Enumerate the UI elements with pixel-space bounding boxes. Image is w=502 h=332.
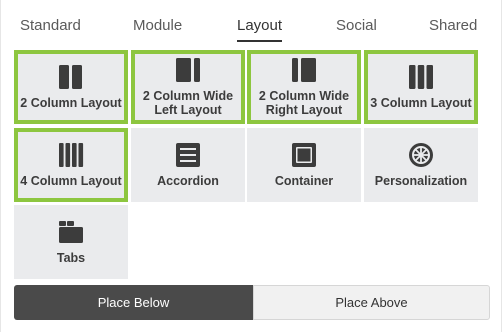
tile-2-column-wide-left-layout[interactable]: 2 Column Wide Left Layout: [131, 50, 245, 124]
tile-label: 2 Column Layout: [20, 96, 122, 110]
two-column-wide-right-icon: [292, 58, 316, 82]
personalization-icon: [409, 143, 433, 167]
tile-3-column-layout[interactable]: 3 Column Layout: [364, 50, 478, 124]
tile-2-column-layout[interactable]: 2 Column Layout: [14, 50, 128, 124]
tile-2-column-wide-right-layout[interactable]: 2 Column Wide Right Layout: [247, 50, 361, 124]
tile-personalization[interactable]: Personalization: [364, 128, 478, 202]
tabs-icon: [59, 221, 83, 243]
insert-panel: Standard Module Layout Social Shared 2 C…: [0, 0, 502, 332]
tile-tabs[interactable]: Tabs: [14, 205, 128, 279]
tile-label: Tabs: [56, 251, 86, 265]
tile-label: 2 Column Wide Right Layout: [258, 89, 350, 117]
tab-module[interactable]: Module: [133, 17, 182, 39]
tile-label: 4 Column Layout: [20, 174, 122, 188]
container-icon: [292, 143, 316, 167]
tile-accordion[interactable]: Accordion: [131, 128, 245, 202]
three-column-icon: [409, 65, 433, 89]
tile-container[interactable]: Container: [247, 128, 361, 202]
two-column-wide-left-icon: [176, 58, 200, 82]
tab-bar: Standard Module Layout Social Shared: [1, 0, 502, 46]
tab-social[interactable]: Social: [336, 17, 377, 39]
tile-label: Container: [274, 174, 334, 188]
tab-shared[interactable]: Shared: [429, 17, 477, 39]
place-below-button[interactable]: Place Below: [14, 285, 253, 320]
tile-label: Personalization: [374, 174, 468, 188]
tile-label: 2 Column Wide Left Layout: [142, 89, 234, 117]
place-above-button[interactable]: Place Above: [253, 285, 490, 320]
accordion-icon: [176, 143, 200, 167]
tile-4-column-layout[interactable]: 4 Column Layout: [14, 128, 128, 202]
tab-standard[interactable]: Standard: [20, 17, 81, 39]
four-column-icon: [59, 143, 84, 167]
two-column-icon: [59, 65, 82, 89]
tile-label: Accordion: [157, 174, 219, 188]
tile-label: 3 Column Layout: [370, 96, 472, 110]
tab-layout[interactable]: Layout: [237, 17, 283, 42]
